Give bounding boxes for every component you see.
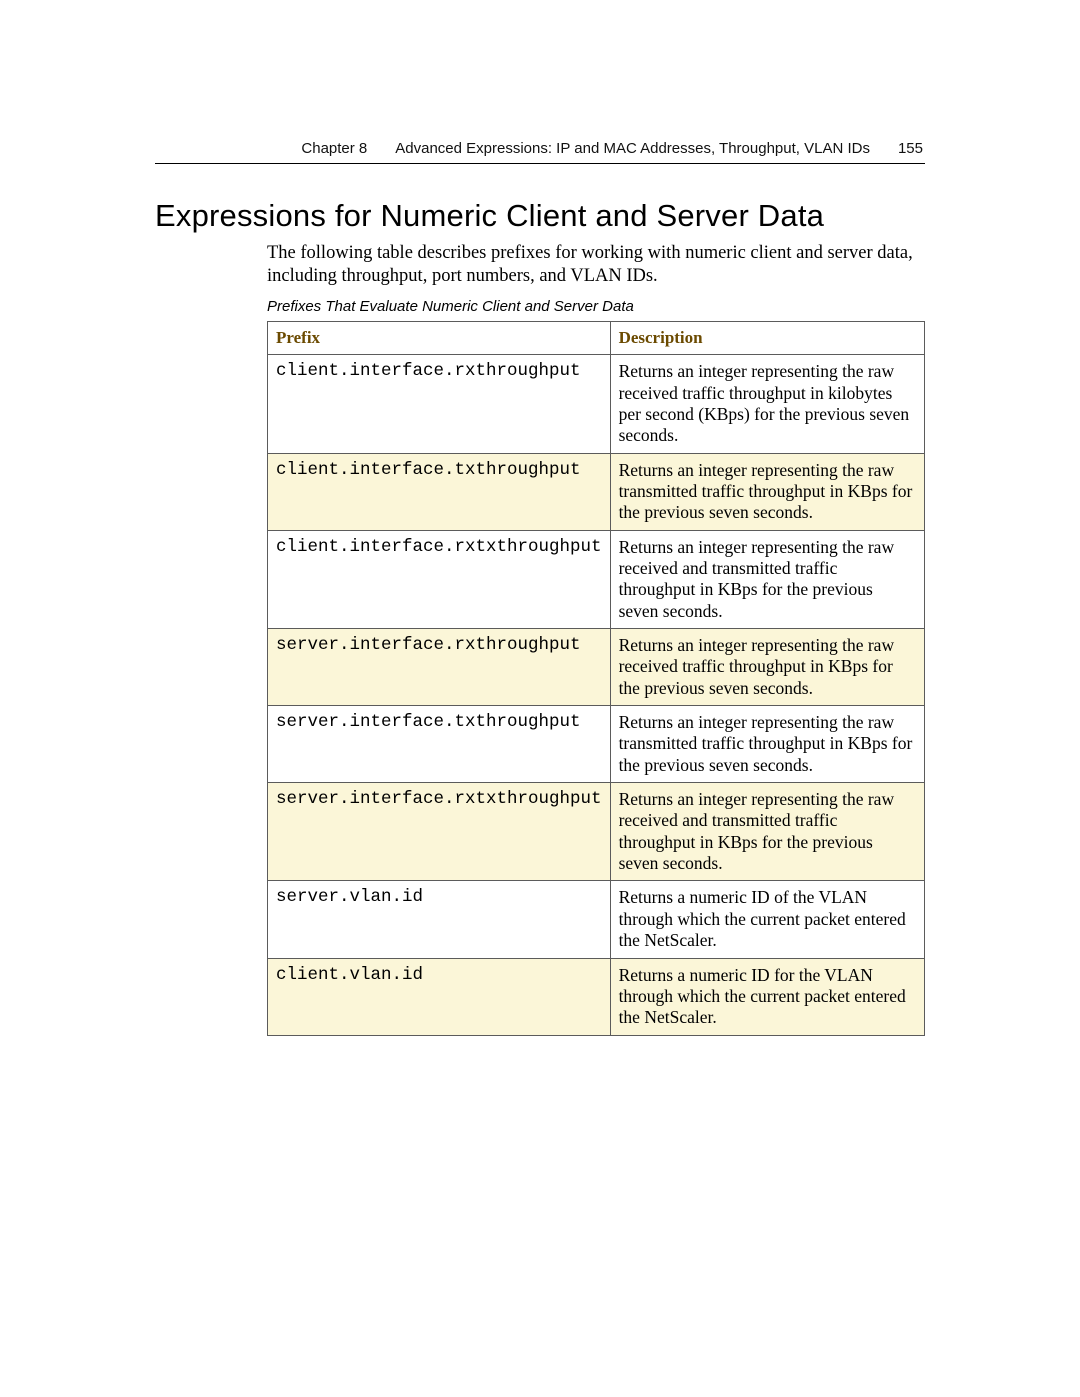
page: Chapter 8 Advanced Expressions: IP and M… [0, 0, 1080, 1036]
table-row: server.interface.rxtxthroughput Returns … [268, 783, 925, 881]
header-chapter: Chapter 8 [301, 140, 367, 157]
cell-prefix: server.interface.txthroughput [268, 706, 611, 783]
col-description: Description [610, 322, 924, 355]
cell-prefix: server.vlan.id [268, 881, 611, 958]
table-row: client.vlan.id Returns a numeric ID for … [268, 958, 925, 1035]
intro-paragraph: The following table describes prefixes f… [267, 242, 925, 288]
cell-prefix: server.interface.rxthroughput [268, 629, 611, 706]
page-title: Expressions for Numeric Client and Serve… [155, 198, 925, 234]
table-header-row: Prefix Description [268, 322, 925, 355]
table-row: client.interface.txthroughput Returns an… [268, 453, 925, 530]
cell-desc: Returns an integer representing the raw … [610, 783, 924, 881]
table-caption: Prefixes That Evaluate Numeric Client an… [267, 298, 925, 315]
running-header: Chapter 8 Advanced Expressions: IP and M… [155, 140, 925, 157]
prefix-table: Prefix Description client.interface.rxth… [267, 321, 925, 1035]
cell-desc: Returns an integer representing the raw … [610, 530, 924, 628]
table-row: client.interface.rxtxthroughput Returns … [268, 530, 925, 628]
cell-prefix: client.vlan.id [268, 958, 611, 1035]
table-row: server.interface.txthroughput Returns an… [268, 706, 925, 783]
cell-desc: Returns an integer representing the raw … [610, 706, 924, 783]
table-row: server.interface.rxthroughput Returns an… [268, 629, 925, 706]
cell-desc: Returns a numeric ID of the VLAN through… [610, 881, 924, 958]
cell-prefix: client.interface.rxthroughput [268, 355, 611, 453]
header-title: Advanced Expressions: IP and MAC Address… [395, 140, 870, 157]
table-row: client.interface.rxthroughput Returns an… [268, 355, 925, 453]
cell-prefix: server.interface.rxtxthroughput [268, 783, 611, 881]
cell-desc: Returns an integer representing the raw … [610, 629, 924, 706]
table-row: server.vlan.id Returns a numeric ID of t… [268, 881, 925, 958]
header-divider [155, 163, 925, 164]
cell-prefix: client.interface.rxtxthroughput [268, 530, 611, 628]
content-block: The following table describes prefixes f… [267, 242, 925, 1036]
col-prefix: Prefix [268, 322, 611, 355]
cell-prefix: client.interface.txthroughput [268, 453, 611, 530]
cell-desc: Returns a numeric ID for the VLAN throug… [610, 958, 924, 1035]
cell-desc: Returns an integer representing the raw … [610, 453, 924, 530]
header-page: 155 [898, 140, 923, 157]
cell-desc: Returns an integer representing the raw … [610, 355, 924, 453]
